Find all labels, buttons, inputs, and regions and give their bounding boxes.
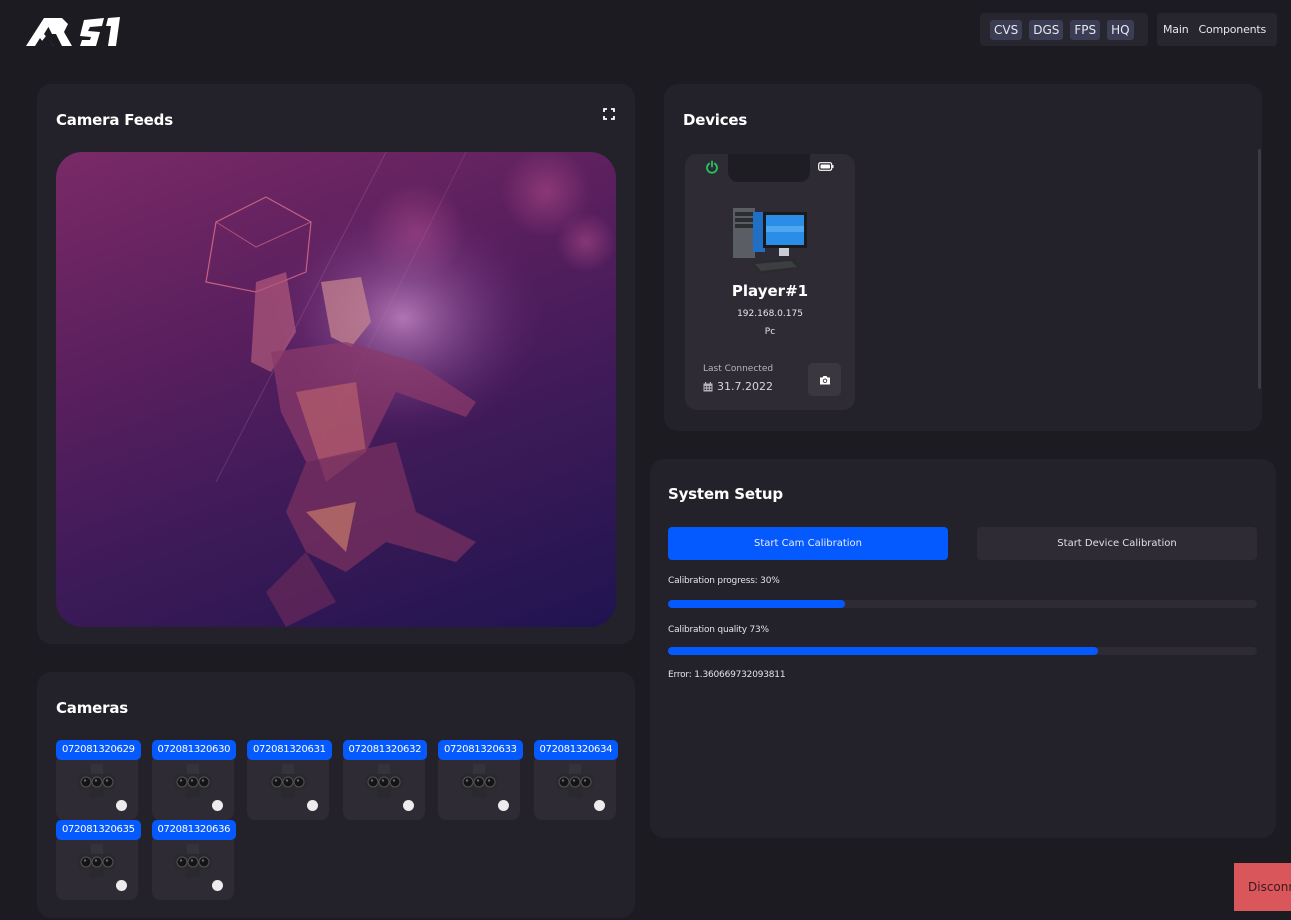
tag-cvs[interactable]: CVS [990,19,1023,40]
camera-thumbnail [151,834,234,900]
camera-feed-view[interactable] [56,152,616,627]
camera-thumbnail [342,754,425,820]
camera-status-dot [211,880,223,891]
device-name: Player#1 [731,282,809,300]
nav-main[interactable]: Main [1163,23,1189,36]
devices-panel: Devices Player#1 192.168.0.175 Pc Last C… [664,84,1262,431]
camera-status-dot [116,880,127,891]
devices-title: Devices [683,111,748,129]
tag-dgs[interactable]: DGS [1029,19,1064,40]
camera-item[interactable]: 072081320631 [247,740,339,820]
system-setup-panel: System Setup Start Cam Calibration Start… [650,459,1276,838]
camera-icon [819,375,830,384]
cameras-panel: Cameras 072081320629 072081320630 072081… [37,672,635,918]
camera-item[interactable]: 072081320629 [56,740,148,820]
camera-device-icon [555,764,594,798]
power-icon [706,160,718,174]
top-nav: Main Components [1157,13,1277,46]
camera-item[interactable]: 072081320632 [342,740,435,820]
calibration-progress-bar [668,600,1257,608]
camera-thumbnail [533,754,616,820]
feed-image [56,152,616,627]
camera-thumbnail [56,754,138,820]
camera-device-icon [364,764,403,798]
camera-item[interactable]: 072081320635 [56,820,148,900]
tag-hq[interactable]: HQ [1107,19,1134,40]
camera-serial: 072081320632 [342,740,428,760]
camera-serial: 072081320635 [56,820,141,840]
pc-image [733,208,807,274]
calibration-quality-fill [668,647,1098,655]
card-notch [728,154,810,182]
camera-thumbnail [247,754,329,820]
ar51-logo [26,17,120,46]
devices-scrollbar[interactable] [1258,149,1261,389]
error-label: Error: 1.360669732093811 [668,670,786,680]
camera-status-dot [402,800,414,811]
camera-device-icon [269,764,307,798]
camera-thumbnail [438,754,520,820]
device-ip: 192.168.0.175 [737,309,803,319]
camera-status-dot [116,800,127,811]
camera-status-dot [498,800,509,811]
fullscreen-icon[interactable] [603,108,615,120]
camera-item[interactable]: 072081320636 [151,820,244,900]
camera-feeds-title: Camera Feeds [56,111,173,129]
camera-device-icon [78,764,116,798]
start-device-calibration-button[interactable]: Start Device Calibration [977,527,1257,560]
calendar-icon [703,381,713,391]
disconnect-button[interactable]: Disconnect [1234,863,1291,911]
camera-device-icon [78,844,116,878]
camera-feeds-panel: Camera Feeds [37,84,635,644]
cameras-title: Cameras [56,699,128,717]
camera-serial: 072081320629 [56,740,141,760]
camera-item[interactable]: 072081320630 [151,740,244,820]
camera-device-icon [460,764,498,798]
camera-serial: 072081320636 [151,820,237,840]
camera-status-dot [211,800,223,811]
camera-serial: 072081320633 [438,740,523,760]
last-connected-label: Last Connected [703,364,774,374]
camera-serial: 072081320631 [247,740,332,760]
camera-device-icon [173,764,212,798]
camera-serial: 072081320634 [533,740,619,760]
system-setup-title: System Setup [668,485,783,503]
camera-item[interactable]: 072081320634 [533,740,626,820]
calibration-quality-bar [668,647,1257,655]
camera-thumbnail [56,834,138,900]
device-type: Pc [764,327,776,337]
device-card[interactable]: Player#1 192.168.0.175 Pc Last Connected… [685,154,855,410]
camera-item[interactable]: 072081320633 [438,740,530,820]
camera-device-icon [173,844,212,878]
last-connected: 31.7.2022 [703,380,773,393]
calibration-progress-label: Calibration progress: 30% [668,576,780,586]
camera-thumbnail [151,754,234,820]
camera-status-dot [593,800,605,811]
camera-snapshot-button[interactable] [808,363,841,396]
mode-tags: CVS DGS FPS HQ [980,13,1148,46]
start-cam-calibration-button[interactable]: Start Cam Calibration [668,527,948,560]
nav-components[interactable]: Components [1198,23,1266,36]
tag-fps[interactable]: FPS [1070,19,1101,40]
camera-status-dot [307,800,318,811]
battery-icon [818,162,834,171]
last-connected-date: 31.7.2022 [717,380,773,393]
calibration-quality-label: Calibration quality 73% [668,625,769,635]
calibration-progress-fill [668,600,845,608]
camera-serial: 072081320630 [151,740,237,760]
